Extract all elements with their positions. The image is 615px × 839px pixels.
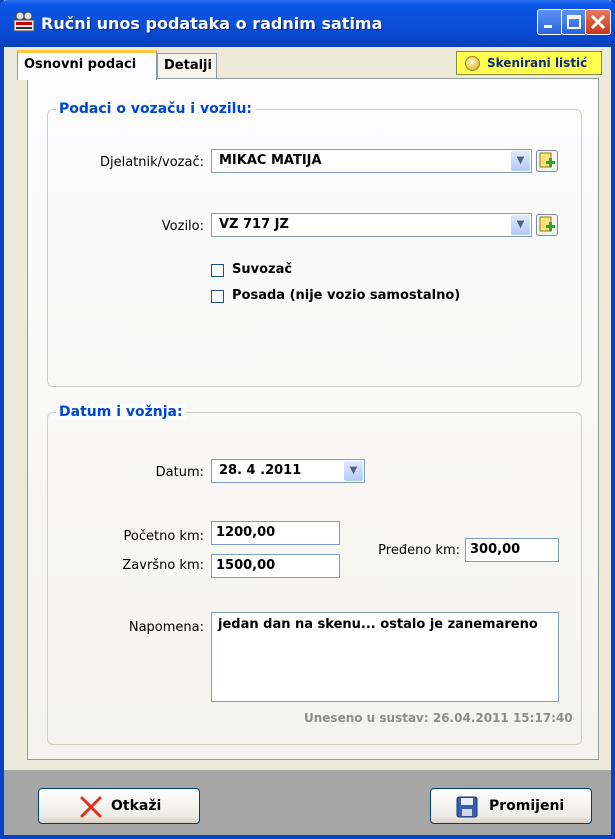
date-label: Datum: (155, 465, 204, 480)
entered-timestamp: Uneseno u sustav: 26.04.2011 15:17:40 (304, 711, 573, 725)
floppy-disk-icon (456, 796, 478, 818)
crew-label: Posada (nije vozio samostalno) (232, 288, 461, 303)
tab-osnovni-podaci[interactable]: Osnovni podaci (17, 50, 157, 80)
vehicle-select[interactable]: VZ 717 JZ ▼ (211, 213, 532, 237)
end-km-field[interactable]: 1500,00 (211, 554, 340, 578)
date-picker[interactable]: 28. 4 .2011 ▼ (211, 459, 365, 483)
end-km-value: 1500,00 (216, 558, 276, 573)
date-value: 28. 4 .2011 (219, 463, 302, 478)
distance-km-label: Pređeno km: (378, 543, 460, 558)
chevron-down-icon[interactable]: ▼ (344, 461, 363, 481)
film-reel-icon (13, 11, 35, 32)
start-km-label: Početno km: (123, 529, 204, 544)
tab-detalji[interactable]: Detalji (157, 53, 217, 79)
arrow-circle-icon: » (465, 56, 480, 71)
note-value: jedan dan na skenu... ostalo je zanemare… (218, 617, 538, 632)
chevron-down-icon[interactable]: ▼ (511, 151, 530, 171)
chevron-down-icon[interactable]: ▼ (511, 215, 530, 235)
close-icon (590, 14, 606, 30)
maximize-icon (567, 15, 581, 29)
driver-select[interactable]: MIKAC MATIJA ▼ (211, 149, 532, 173)
codriver-label: Suvozač (232, 262, 293, 277)
add-driver-button[interactable] (536, 150, 558, 172)
add-document-icon (539, 152, 555, 168)
cancel-label: Otkaži (111, 798, 162, 814)
group-title: Datum i vožnja: (56, 404, 186, 420)
codriver-checkbox[interactable] (211, 264, 224, 277)
group-title: Podaci o vozaču i vozilu: (56, 101, 256, 117)
window-title: Ručni unos podataka o radnim satima (41, 14, 383, 33)
tab-label: Osnovni podaci (24, 57, 137, 72)
scanned-sheet-button[interactable]: » Skenirani listić (456, 51, 602, 75)
note-label: Napomena: (128, 620, 204, 635)
driver-label: Djelatnik/vozač: (99, 155, 204, 170)
note-textarea[interactable]: jedan dan na skenu... ostalo je zanemare… (211, 612, 559, 702)
cross-icon (80, 796, 102, 818)
end-km-label: Završno km: (122, 558, 204, 573)
driver-value: MIKAC MATIJA (219, 153, 322, 168)
scanned-sheet-label: Skenirani listić (487, 56, 588, 70)
close-button[interactable] (585, 9, 611, 35)
save-button[interactable]: Promijeni (430, 788, 592, 824)
title-bar[interactable]: Ručni unos podataka o radnim satima (0, 0, 615, 47)
dialog-window: Ručni unos podataka o radnim satima Osno… (0, 0, 615, 839)
save-label: Promijeni (489, 798, 565, 814)
crew-checkbox[interactable] (211, 290, 224, 303)
tab-label: Detalji (164, 58, 212, 73)
cancel-button[interactable]: Otkaži (38, 788, 200, 824)
add-document-icon (539, 216, 555, 232)
tab-panel-osnovni: Podaci o vozaču i vozilu: Djelatnik/voza… (27, 78, 599, 760)
maximize-button[interactable] (561, 9, 587, 35)
minimize-button[interactable] (537, 9, 563, 35)
start-km-field[interactable]: 1200,00 (211, 521, 340, 545)
add-vehicle-button[interactable] (536, 214, 558, 236)
distance-km-field[interactable]: 300,00 (465, 538, 559, 562)
vehicle-label: Vozilo: (161, 219, 204, 234)
minimize-icon (544, 25, 552, 28)
distance-km-value: 300,00 (470, 542, 521, 557)
button-bar: Otkaži Promijeni (4, 770, 611, 835)
vehicle-value: VZ 717 JZ (219, 217, 289, 232)
start-km-value: 1200,00 (216, 525, 276, 540)
